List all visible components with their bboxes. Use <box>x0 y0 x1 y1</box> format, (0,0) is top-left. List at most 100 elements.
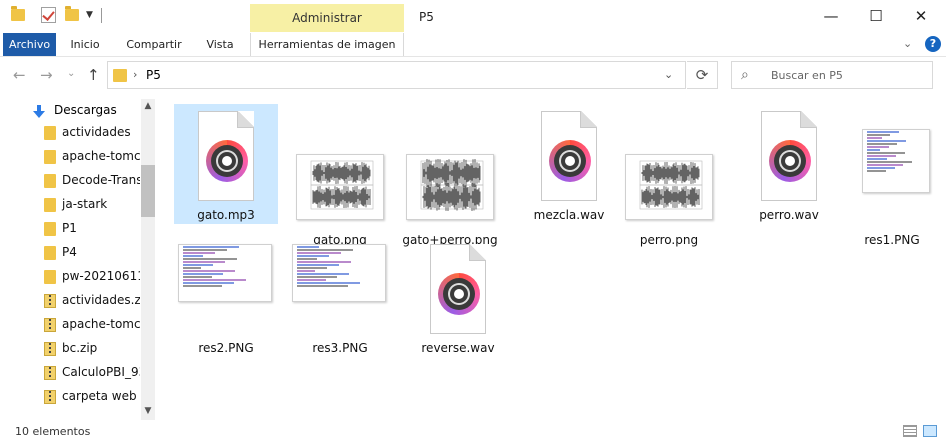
file-name: res2.PNG <box>198 341 254 355</box>
status-bar: 10 elementos <box>0 420 946 443</box>
file-item[interactable]: gato.mp3 <box>174 104 278 224</box>
file-item[interactable]: perro.wav <box>737 104 841 224</box>
folder-icon[interactable] <box>11 6 25 21</box>
nav-item[interactable]: carpeta web de <box>44 386 140 408</box>
screenshot-thumbnail <box>178 244 272 302</box>
nav-item[interactable]: ja-stark <box>44 194 140 216</box>
separator <box>101 8 102 23</box>
nav-item-label: actividades.zip <box>62 293 140 307</box>
help-icon[interactable]: ? <box>925 36 941 52</box>
download-arrow-icon <box>33 105 45 118</box>
folder-icon <box>44 174 56 188</box>
file-list: gato.mp3 gato.png gato+perro.png mezcla.wav… <box>160 93 946 420</box>
file-item[interactable]: mezcla.wav <box>517 104 621 224</box>
up-arrow-icon[interactable]: ↑ <box>87 66 100 84</box>
nav-item-label: apache-tomca <box>62 317 140 331</box>
file-name: mezcla.wav <box>533 208 605 222</box>
customize-quick-access-icon[interactable]: ▼ <box>86 10 93 20</box>
tab-compartir[interactable]: Compartir <box>118 33 190 56</box>
nav-item[interactable]: pw-20210611T <box>44 266 140 288</box>
zip-folder-icon <box>44 390 56 404</box>
audio-file-icon <box>198 111 254 201</box>
folder-icon <box>44 150 56 164</box>
nav-item-label: P4 <box>62 245 77 259</box>
search-input[interactable]: ⌕ Buscar en P5 <box>731 61 933 89</box>
nav-item[interactable]: CalculoPBI_93. <box>44 362 140 384</box>
address-field[interactable]: › P5 ⌄ <box>107 61 686 89</box>
recent-locations-icon[interactable]: ⌄ <box>67 68 75 79</box>
large-icons-view-icon[interactable] <box>923 425 937 437</box>
folder-icon <box>44 198 56 212</box>
music-disc-icon <box>438 273 480 315</box>
nav-item[interactable]: apache-tomca <box>44 314 140 336</box>
new-folder-icon[interactable] <box>65 6 79 21</box>
nav-item-descargas[interactable]: Descargas <box>54 103 117 117</box>
breadcrumb-separator[interactable]: › <box>133 68 137 81</box>
file-name: perro.wav <box>759 208 819 222</box>
file-name: gato.mp3 <box>197 208 255 222</box>
waveform-thumbnail <box>625 154 713 220</box>
audio-file-icon <box>761 111 817 201</box>
tab-inicio[interactable]: Inicio <box>64 33 106 56</box>
chevron-down-icon[interactable]: ⌄ <box>664 68 673 81</box>
scroll-up-icon[interactable]: ▲ <box>141 101 155 111</box>
zip-folder-icon <box>44 318 56 332</box>
back-arrow-icon[interactable]: ← <box>13 66 26 84</box>
screenshot-thumbnail <box>862 129 930 193</box>
nav-item[interactable]: apache-tomca <box>44 146 140 168</box>
minimize-button[interactable]: — <box>808 0 854 33</box>
nav-item[interactable]: bc.zip <box>44 338 140 360</box>
nav-item-label: P1 <box>62 221 77 235</box>
nav-item[interactable]: P4 <box>44 242 140 264</box>
file-name: perro.png <box>639 233 699 247</box>
breadcrumb-p5[interactable]: P5 <box>146 68 161 82</box>
file-item[interactable]: gato.png <box>288 129 392 249</box>
file-name: res3.PNG <box>312 341 368 355</box>
tab-archivo[interactable]: Archivo <box>3 33 56 56</box>
nav-item-label: pw-20210611T <box>62 269 140 283</box>
nav-item[interactable]: actividades.zip <box>44 290 140 312</box>
title-bar: ▼ Administrar P5 — ☐ ✕ <box>0 0 946 33</box>
folder-icon <box>44 222 56 236</box>
maximize-button[interactable]: ☐ <box>853 0 899 33</box>
audio-file-icon <box>541 111 597 201</box>
nav-scrollbar[interactable] <box>141 99 155 420</box>
search-placeholder: Buscar en P5 <box>771 69 843 82</box>
file-name: reverse.wav <box>421 341 495 355</box>
folder-icon <box>44 270 56 284</box>
nav-item[interactable]: P1 <box>44 218 140 240</box>
nav-item-label: bc.zip <box>62 341 98 355</box>
file-item[interactable]: res3.PNG <box>288 237 392 357</box>
tab-herramientas-de-imagen[interactable]: Herramientas de imagen <box>250 33 404 56</box>
tab-vista[interactable]: Vista <box>200 33 240 56</box>
screenshot-thumbnail <box>292 244 386 302</box>
zip-folder-icon <box>44 366 56 380</box>
music-disc-icon <box>549 140 591 182</box>
properties-icon[interactable] <box>41 7 56 23</box>
music-disc-icon <box>769 140 811 182</box>
refresh-icon[interactable]: ⟳ <box>687 61 718 89</box>
audio-file-icon <box>430 244 486 334</box>
nav-item-label: actividades <box>62 125 131 139</box>
nav-item[interactable]: actividades <box>44 122 140 144</box>
nav-item[interactable]: Decode-Transp <box>44 170 140 192</box>
file-item[interactable]: res2.PNG <box>174 237 278 357</box>
waveform-icon <box>639 160 703 210</box>
file-item[interactable]: perro.png <box>617 129 721 249</box>
folder-icon <box>113 69 127 82</box>
file-item[interactable]: reverse.wav <box>406 237 510 357</box>
folder-icon <box>44 126 56 140</box>
item-count: 10 elementos <box>15 425 91 438</box>
file-item[interactable]: gato+perro.png <box>398 129 502 249</box>
nav-item-label: carpeta web de <box>62 389 140 403</box>
nav-scrollbar-thumb[interactable] <box>141 165 155 217</box>
chevron-down-icon[interactable]: ⌄ <box>903 37 912 50</box>
file-item[interactable]: res1.PNG <box>840 129 944 249</box>
waveform-thumbnail <box>406 154 494 220</box>
forward-arrow-icon[interactable]: → <box>40 66 53 84</box>
scroll-down-icon[interactable]: ▼ <box>141 406 155 416</box>
file-name: res1.PNG <box>864 233 920 247</box>
close-button[interactable]: ✕ <box>898 0 944 33</box>
window-title: P5 <box>419 10 434 24</box>
details-view-icon[interactable] <box>903 425 917 437</box>
